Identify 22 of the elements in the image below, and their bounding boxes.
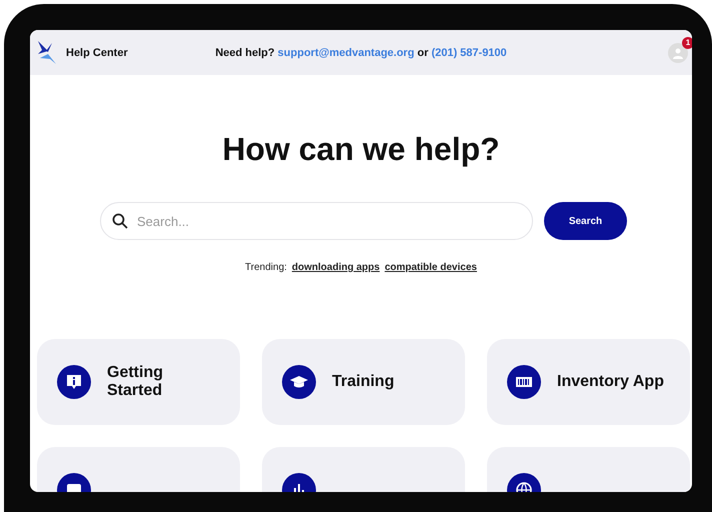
page-heading: How can we help?	[221, 131, 501, 168]
barcode-icon	[507, 365, 541, 399]
trending-link[interactable]: compatible devices	[384, 262, 477, 273]
brand-title: Help Center	[66, 46, 128, 58]
category-card[interactable]: Inventory App	[487, 339, 690, 425]
email-link[interactable]: support@medvantage.org	[278, 46, 414, 58]
search-icon	[112, 213, 128, 229]
avatar-button[interactable]	[668, 42, 688, 62]
category-card[interactable]: Getting Started	[37, 339, 240, 425]
category-card[interactable]: Training	[262, 339, 465, 425]
logo-icon	[36, 40, 58, 66]
help-text: Need help?	[215, 46, 275, 58]
search-button[interactable]: Search	[544, 202, 627, 240]
notification-badge: 1	[682, 36, 692, 48]
trending-link[interactable]: downloading apps	[292, 262, 380, 273]
search-field[interactable]: Search...	[100, 202, 533, 240]
trending-label: Trending:	[245, 262, 287, 273]
phone-link[interactable]: (201) 587-9100	[431, 46, 507, 58]
person-icon	[672, 46, 684, 58]
or-text: or	[417, 46, 428, 58]
graduation-cap-icon	[282, 365, 316, 399]
info-bubble-icon	[57, 365, 91, 399]
